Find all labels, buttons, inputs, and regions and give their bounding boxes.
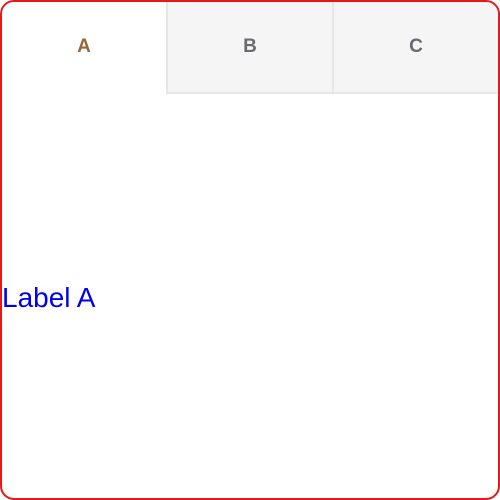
tab-b[interactable]: B [166, 2, 332, 94]
tab-content-panel: Label A [2, 94, 498, 498]
tab-view-frame: A B C Label A [0, 0, 500, 500]
tab-c[interactable]: C [332, 2, 498, 94]
panel-label: Label A [2, 282, 96, 313]
tab-c-label: C [409, 36, 423, 57]
tab-a-label: A [77, 36, 91, 57]
tab-b-label: B [243, 36, 257, 57]
tab-bar: A B C [2, 2, 498, 94]
tab-a[interactable]: A [2, 2, 166, 94]
